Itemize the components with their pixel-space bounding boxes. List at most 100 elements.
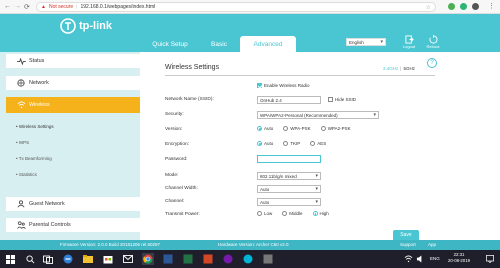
app-icon-green[interactable] — [182, 253, 194, 265]
sidebar-item-label: Status — [29, 58, 45, 64]
radio-label: WPA2-PSK — [327, 126, 351, 131]
tplink-logo-icon — [60, 18, 76, 34]
mode-select[interactable]: 802.11b/g/n mixed — [257, 172, 321, 180]
encryption-label: Encryption: — [165, 142, 189, 147]
submenu-wireless-settings[interactable]: • Wireless Settings — [16, 124, 54, 129]
star-icon[interactable]: ☆ — [426, 4, 431, 11]
sidebar-item-guest-network[interactable]: Guest Network — [6, 197, 140, 211]
radio-label: High — [319, 211, 329, 216]
encryption-aes-radio[interactable]: AES — [310, 141, 326, 146]
version-label: Version: — [165, 127, 183, 132]
tx-power-high-radio[interactable]: High — [312, 211, 329, 216]
windows-start-icon[interactable] — [4, 253, 16, 265]
version-wpa-psk-radio[interactable]: WPA-PSK — [283, 126, 311, 131]
forward-icon[interactable]: → — [14, 3, 21, 10]
encryption-auto-radio[interactable]: Auto — [257, 141, 273, 146]
app-icon-orange[interactable] — [202, 253, 214, 265]
sidebar-item-network[interactable]: Network — [6, 76, 140, 90]
language-indicator[interactable]: ENG — [430, 256, 440, 261]
hide-ssid-checkbox[interactable] — [328, 97, 333, 102]
channel-select[interactable]: Auto — [257, 198, 321, 206]
radio-dot — [312, 211, 318, 216]
app-icon-purple[interactable] — [222, 253, 234, 265]
clock[interactable]: 22:31 20-08-2019 — [448, 252, 470, 264]
sidebar-item-wireless[interactable]: Wireless — [6, 97, 140, 113]
edge-icon[interactable] — [62, 253, 74, 265]
radio-dot — [257, 126, 262, 131]
sidebar-item-status[interactable]: Status — [6, 54, 140, 68]
logo: tp-link — [60, 18, 112, 34]
logo-text: tp-link — [79, 20, 112, 32]
globe-icon — [16, 78, 26, 88]
radio-label: AES — [317, 141, 327, 146]
security-select[interactable]: WPA/WPA2-Personal (Recommended) — [257, 111, 379, 119]
radio-dot — [283, 126, 289, 131]
app-icon-gray[interactable] — [262, 253, 274, 265]
radio-label: Auto — [264, 141, 274, 146]
enable-radio-checkbox[interactable] — [257, 83, 262, 88]
encryption-tkip-radio[interactable]: TKIP — [283, 141, 300, 146]
reload-icon[interactable]: ⟳ — [24, 3, 30, 11]
channel-width-select[interactable]: Auto — [257, 185, 321, 193]
tab-advanced[interactable]: Advanced — [240, 36, 296, 52]
back-icon[interactable]: ← — [4, 3, 11, 10]
enable-radio-label: Enable Wireless Radio — [264, 83, 310, 88]
submenu-label: Tx Beamforming — [18, 156, 52, 161]
menu-icon[interactable]: ⋮ — [488, 2, 495, 10]
password-input[interactable] — [257, 155, 321, 163]
band-24ghz[interactable]: 2.4GHz — [383, 66, 398, 71]
task-view-icon[interactable] — [42, 253, 54, 265]
mail-icon[interactable] — [122, 253, 134, 265]
radio-label: WPA-PSK — [290, 126, 311, 131]
tab-quick-setup[interactable]: Quick Setup — [148, 36, 192, 52]
help-button[interactable]: ? — [427, 58, 437, 68]
version-wpa2-psk-radio[interactable]: WPA2-PSK — [320, 126, 351, 131]
radio-label: Auto — [264, 126, 274, 131]
radio-dot — [283, 141, 289, 146]
not-secure-label: Not secure — [48, 4, 74, 10]
volume-icon[interactable] — [414, 253, 426, 265]
firmware-version: Firmware Version: 2.0.0 Build 20181206 r… — [60, 242, 161, 247]
submenu-label: Statistics — [18, 172, 37, 177]
radio-dot — [257, 211, 262, 216]
app-icon-blue[interactable] — [162, 253, 174, 265]
sidebar-item-label: Network — [29, 80, 49, 86]
band-5ghz[interactable]: 5GHz — [403, 66, 415, 71]
app-icon-cyan[interactable] — [242, 253, 254, 265]
network-icon[interactable] — [402, 253, 414, 265]
logout-button[interactable]: Logout — [400, 35, 418, 49]
router-footer: Firmware Version: 2.0.0 Build 20181206 r… — [0, 240, 500, 250]
version-auto-radio[interactable]: Auto — [257, 126, 273, 131]
address-bar[interactable]: ▲ Not secure | 192.168.0.1/webpages/inde… — [36, 2, 436, 12]
extension-icon[interactable] — [448, 3, 455, 10]
sidebar-item-parental-controls[interactable]: Parental Controls — [6, 218, 140, 232]
browser-toolbar: ← → ⟳ ▲ Not secure | 192.168.0.1/webpage… — [0, 0, 500, 14]
wifi-icon — [16, 100, 26, 110]
tx-power-low-radio[interactable]: Low — [257, 211, 272, 216]
router-header: tp-link Quick Setup Basic Advanced Engli… — [0, 14, 500, 52]
hide-ssid-row: Hide SSID — [328, 97, 356, 102]
tx-power-middle-radio[interactable]: Middle — [282, 211, 303, 216]
tx-power-label: Transmit Power: — [165, 212, 200, 217]
tab-basic[interactable]: Basic — [204, 36, 234, 52]
app-link[interactable]: App — [428, 242, 436, 247]
submenu-statistics[interactable]: • Statistics — [16, 172, 37, 177]
language-select[interactable]: English — [346, 38, 386, 46]
extension-icon-3[interactable] — [472, 3, 479, 10]
reboot-button[interactable]: Reboot — [424, 35, 442, 49]
store-icon[interactable] — [102, 253, 114, 265]
support-link[interactable]: Support — [400, 242, 416, 247]
notification-icon[interactable] — [484, 253, 496, 265]
ssid-input[interactable]: OnHub 2.4 — [257, 96, 321, 104]
chrome-icon[interactable] — [142, 253, 154, 265]
search-icon[interactable] — [24, 253, 36, 265]
logout-label: Logout — [402, 44, 416, 49]
file-explorer-icon[interactable] — [82, 253, 94, 265]
reboot-label: Reboot — [426, 44, 440, 49]
submenu-wps[interactable]: • WPS — [16, 140, 29, 145]
save-button[interactable]: Save — [393, 230, 419, 240]
submenu-tx-beamforming[interactable]: • Tx Beamforming — [16, 156, 52, 161]
sidebar-item-label: Parental Controls — [29, 222, 71, 228]
extension-icon-2[interactable] — [460, 3, 467, 10]
reboot-icon — [428, 35, 437, 44]
